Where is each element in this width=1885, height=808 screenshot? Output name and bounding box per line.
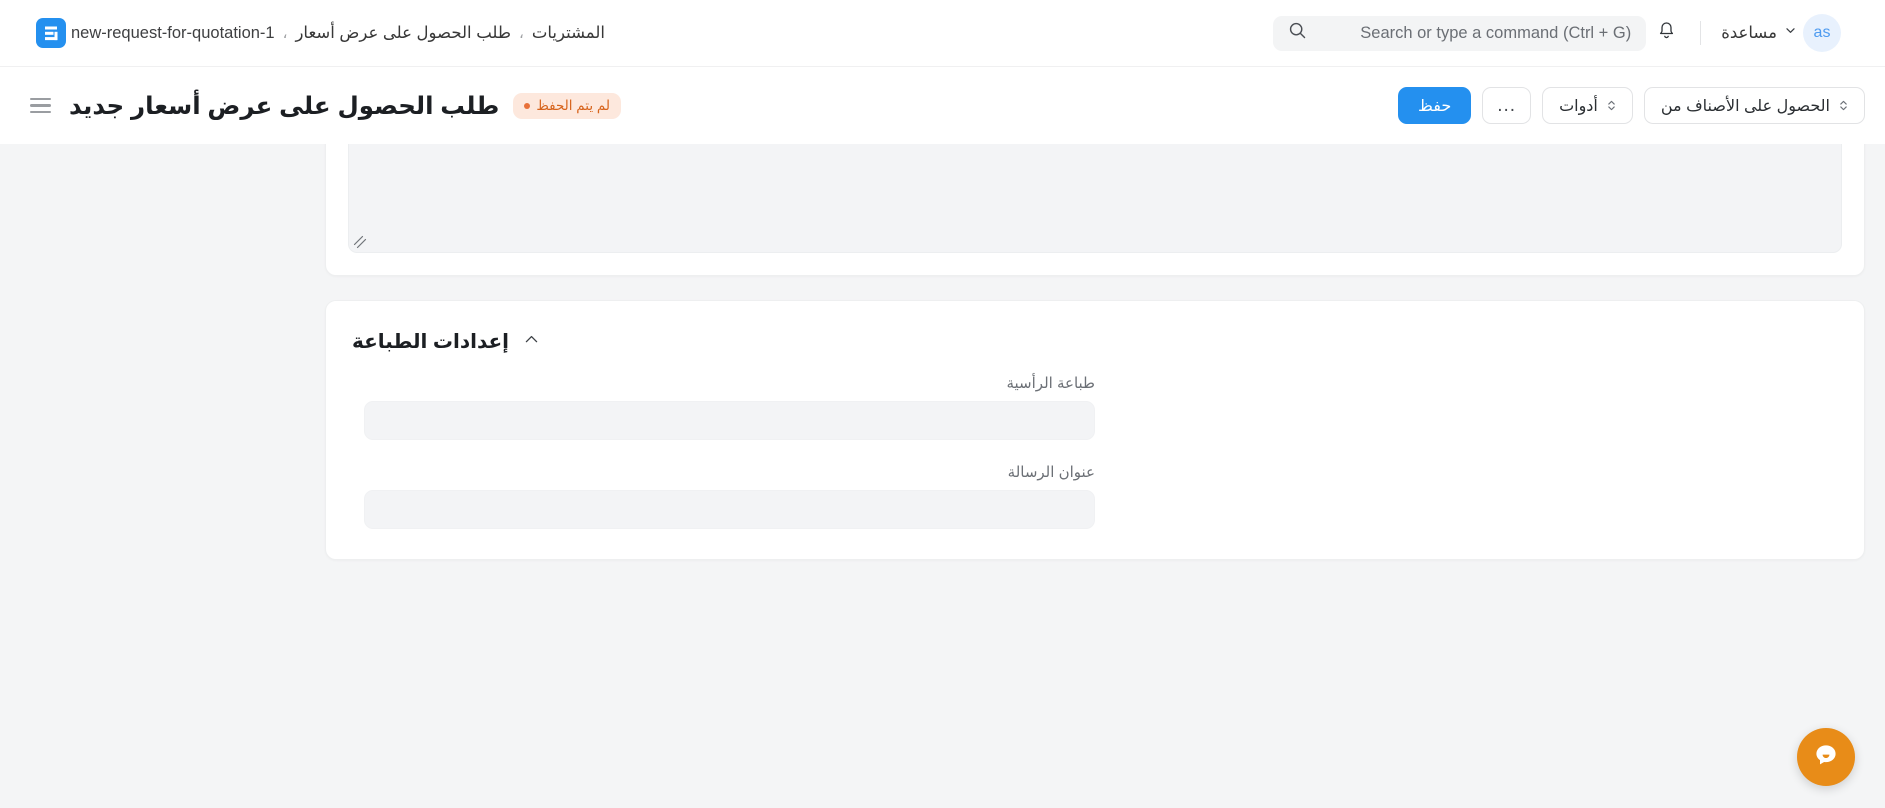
status-badge-label: لم يتم الحفظ — [536, 97, 610, 113]
terms-card — [325, 144, 1865, 276]
breadcrumb-item-purchasing[interactable]: المشتريات — [527, 23, 610, 43]
page-header-right: طلب الحصول على عرض أسعار جديد لم يتم الح… — [22, 91, 621, 121]
field-letter-head-label: عنوان الرسالة — [1007, 464, 1095, 481]
chevron-down-icon — [1784, 24, 1797, 42]
breadcrumb: المشتريات ، طلب الحصول على عرض أسعار ، n… — [66, 23, 610, 43]
page-body: إعدادات الطباعة طباعة الرأسية عنوان الرس… — [0, 144, 1885, 808]
letter-head-input[interactable] — [364, 490, 1095, 529]
breadcrumb-item-document-name[interactable]: new-request-for-quotation-1 — [66, 24, 280, 43]
field-letter-head: عنوان الرسالة — [352, 463, 1095, 529]
terms-textarea[interactable] — [348, 144, 1842, 253]
hamburger-line — [30, 104, 51, 107]
form-row: طباعة الرأسية — [352, 374, 1838, 440]
top-navbar: المشتريات ، طلب الحصول على عرض أسعار ، n… — [0, 0, 1885, 67]
page-title: طلب الحصول على عرض أسعار جديد — [69, 92, 500, 120]
save-button-label: حفظ — [1418, 97, 1452, 115]
status-dot-icon — [524, 102, 531, 109]
page-header-actions: حفظ ... أدوات الحصول على الأصناف من — [1398, 87, 1865, 124]
bell-icon — [1656, 20, 1677, 46]
more-actions-button[interactable]: ... — [1482, 87, 1532, 124]
form-row: عنوان الرسالة — [352, 463, 1838, 529]
search-placeholder: Search or type a command (Ctrl + G) — [1360, 23, 1632, 42]
erpnext-logo-icon[interactable] — [36, 18, 66, 48]
search-input[interactable]: Search or type a command (Ctrl + G) — [1273, 15, 1647, 51]
print-settings-card: إعدادات الطباعة طباعة الرأسية عنوان الرس… — [325, 300, 1865, 560]
field-print-heading-label: طباعة الرأسية — [1006, 375, 1095, 392]
content-column: إعدادات الطباعة طباعة الرأسية عنوان الرس… — [325, 144, 1865, 560]
breadcrumb-item-request-for-quotation[interactable]: طلب الحصول على عرض أسعار — [290, 23, 516, 43]
resize-grip-icon[interactable] — [353, 235, 367, 249]
hamburger-line — [30, 110, 51, 114]
help-dropdown[interactable]: مساعدة — [1715, 19, 1803, 47]
tools-dropdown-button[interactable]: أدوات — [1542, 87, 1633, 124]
avatar[interactable]: as — [1803, 14, 1841, 52]
print-heading-input[interactable] — [364, 401, 1095, 440]
hamburger-menu-icon[interactable] — [26, 94, 55, 118]
breadcrumb-separator: ، — [519, 25, 524, 42]
breadcrumb-separator: ، — [282, 25, 288, 42]
search-icon — [1288, 21, 1307, 45]
page-header: طلب الحصول على عرض أسعار جديد لم يتم الح… — [0, 67, 1885, 144]
avatar-initials: as — [1813, 24, 1831, 41]
chat-widget-button[interactable] — [1797, 728, 1855, 786]
chevron-up-icon — [523, 331, 540, 353]
tools-button-label: أدوات — [1559, 97, 1598, 115]
status-badge: لم يتم الحفظ — [513, 92, 621, 119]
navbar-utilities: مساعدة as — [1646, 13, 1857, 53]
form-row-spacer — [352, 440, 1838, 463]
navbar-divider — [1700, 21, 1702, 45]
print-settings-form: طباعة الرأسية عنوان الرسالة — [352, 374, 1838, 529]
notifications-button[interactable] — [1646, 13, 1686, 53]
chevron-up-down-icon — [1839, 99, 1848, 112]
print-settings-section-toggle[interactable]: إعدادات الطباعة — [352, 323, 1838, 356]
hamburger-line — [30, 97, 51, 101]
ellipsis-icon: ... — [1497, 94, 1517, 116]
help-dropdown-label: مساعدة — [1721, 24, 1777, 42]
chevron-up-down-icon — [1607, 99, 1616, 112]
get-items-from-button-label: الحصول على الأصناف من — [1660, 97, 1830, 115]
chat-bubble-icon — [1811, 740, 1841, 775]
print-settings-title: إعدادات الطباعة — [352, 331, 510, 353]
field-print-heading: طباعة الرأسية — [352, 374, 1095, 440]
get-items-from-dropdown-button[interactable]: الحصول على الأصناف من — [1643, 87, 1865, 124]
save-button[interactable]: حفظ — [1398, 87, 1472, 124]
